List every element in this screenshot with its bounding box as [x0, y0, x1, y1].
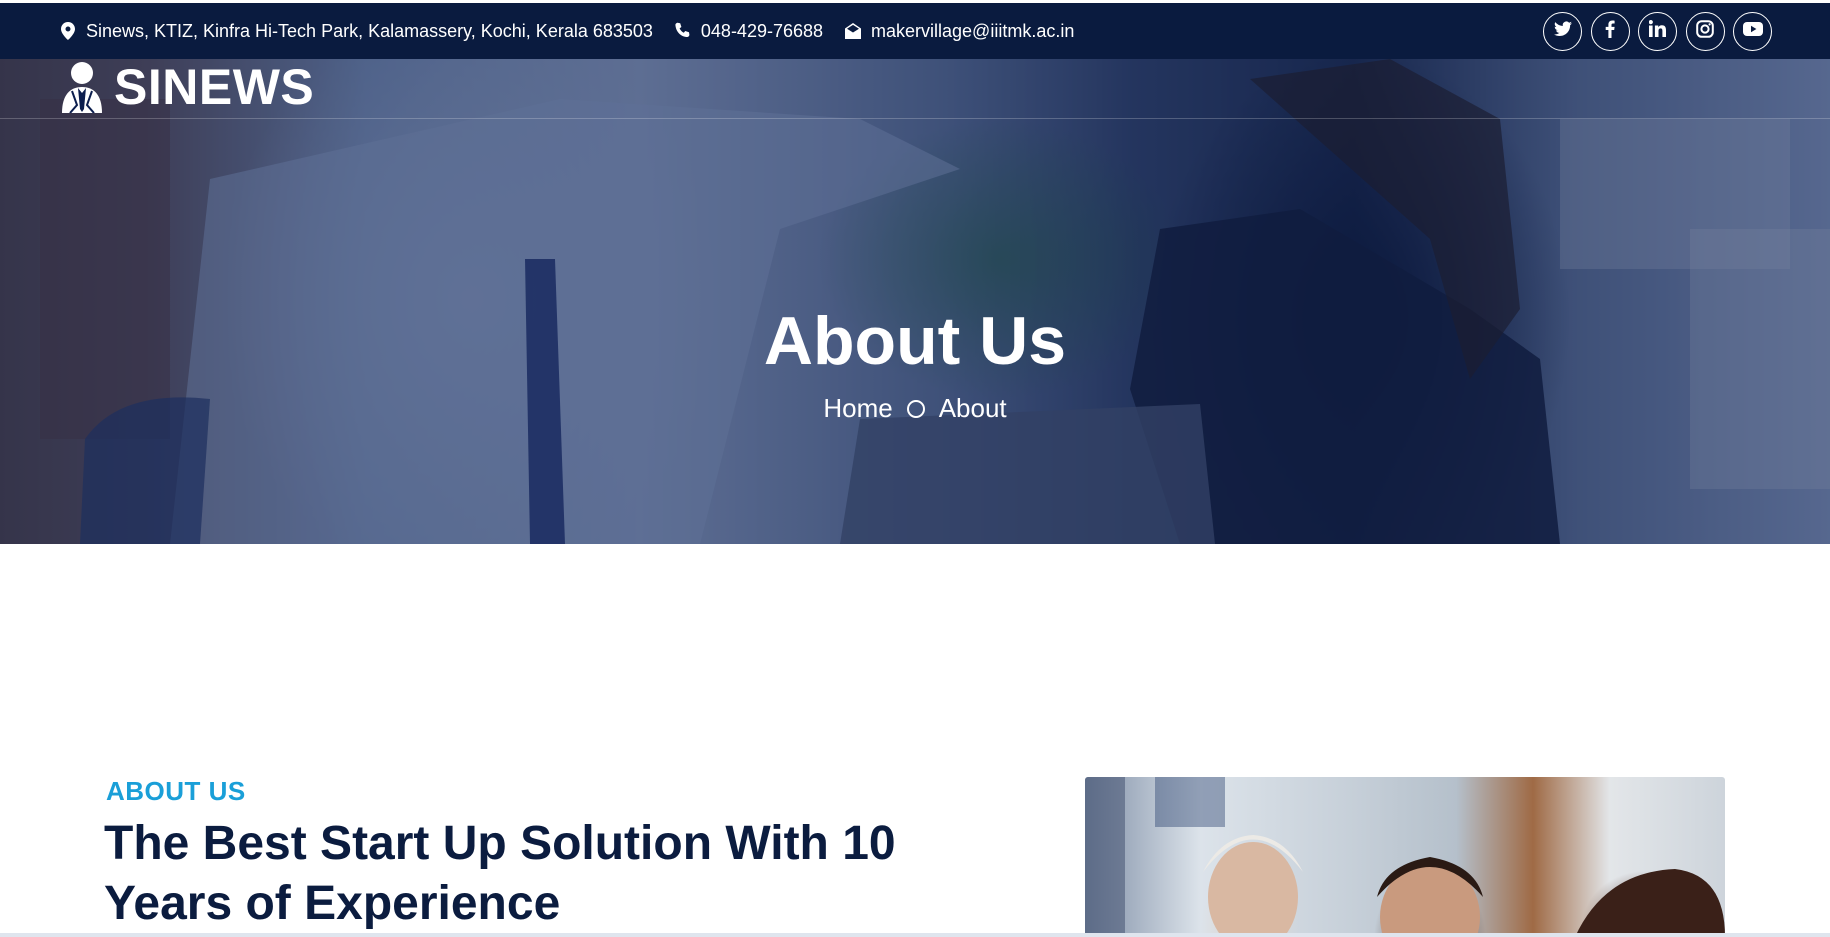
header-divider [0, 118, 1830, 119]
email-item[interactable]: makervillage@iiitmk.ac.in [843, 21, 1074, 42]
twitter-link[interactable] [1543, 11, 1582, 51]
email-text: makervillage@iiitmk.ac.in [871, 20, 1075, 41]
address-item: Sinews, KTIZ, Kinfra Hi-Tech Park, Kalam… [58, 21, 653, 42]
instagram-link[interactable] [1685, 11, 1725, 51]
breadcrumb: Home About [0, 393, 1830, 424]
youtube-link[interactable] [1733, 11, 1772, 51]
phone-text: 048-429-76688 [700, 20, 824, 41]
address-text: Sinews, KTIZ, Kinfra Hi-Tech Park, Kalam… [86, 20, 653, 41]
businessman-icon [60, 61, 104, 114]
bottom-border [0, 933, 1830, 937]
facebook-icon [1605, 20, 1615, 43]
page: Sinews, KTIZ, Kinfra Hi-Tech Park, Kalam… [0, 0, 1830, 937]
logo-text: SINEWS [114, 59, 315, 115]
location-pin-icon [58, 21, 78, 41]
breadcrumb-home-link[interactable]: Home [823, 393, 892, 424]
social-links [1535, 11, 1772, 51]
linkedin-link[interactable] [1638, 11, 1677, 51]
breadcrumb-current: About [938, 393, 1007, 423]
linkedin-icon [1648, 20, 1666, 42]
instagram-icon [1696, 19, 1714, 43]
twitter-icon [1553, 20, 1572, 42]
section-tag: ABOUT US [106, 776, 246, 806]
facebook-link[interactable] [1590, 11, 1630, 51]
youtube-icon [1742, 21, 1763, 41]
page-title: About Us [763, 303, 1067, 379]
envelope-open-icon [843, 21, 863, 41]
contact-info: Sinews, KTIZ, Kinfra Hi-Tech Park, Kalam… [58, 21, 1094, 42]
phone-item[interactable]: 048-429-76688 [673, 21, 823, 42]
hero-banner: SINEWS About Us Home About [0, 59, 1830, 544]
circle-separator-icon [906, 399, 925, 418]
section-heading: The Best Start Up Solution With 10 Years… [104, 817, 896, 930]
phone-icon [673, 21, 693, 41]
site-logo[interactable]: SINEWS [60, 59, 314, 115]
about-team-photo [1085, 777, 1725, 937]
top-info-bar: Sinews, KTIZ, Kinfra Hi-Tech Park, Kalam… [0, 3, 1830, 59]
